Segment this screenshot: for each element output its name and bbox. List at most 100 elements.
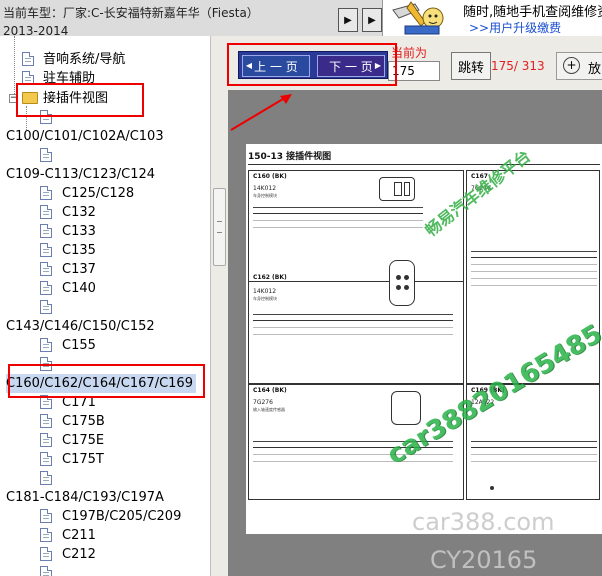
document-icon bbox=[40, 509, 52, 523]
upgrade-link[interactable]: >>用户升级缴费 bbox=[469, 19, 561, 36]
tree-item-label: C143/C146/C150/C152 bbox=[6, 319, 155, 334]
tree-item-c175b[interactable]: C175B bbox=[0, 412, 210, 431]
tree-scrollbar[interactable] bbox=[210, 36, 228, 576]
connector-id: C162 (BK) bbox=[253, 274, 287, 281]
tree-item-doc[interactable] bbox=[0, 146, 210, 165]
pin-table bbox=[253, 441, 453, 462]
tree-item-audio-nav[interactable]: 音响系统/导航 bbox=[0, 50, 210, 69]
tree-item-c175e[interactable]: C175E bbox=[0, 431, 210, 450]
document-icon bbox=[40, 205, 52, 219]
document-icon bbox=[40, 471, 52, 485]
scroll-thumb[interactable] bbox=[213, 188, 226, 266]
tree-item-c155[interactable]: C155 bbox=[0, 336, 210, 355]
ad-headline: 随时,随地手机查阅维修资料 bbox=[463, 5, 602, 20]
document-icon bbox=[40, 243, 52, 257]
document-icon bbox=[40, 262, 52, 276]
pin-table bbox=[471, 251, 597, 286]
tree-item-c181-group[interactable]: C181-C184/C193/C197A bbox=[0, 488, 210, 507]
document-icon bbox=[40, 186, 52, 200]
tree-item-c140[interactable]: C140 bbox=[0, 279, 210, 298]
tree-item-label: C109-C113/C123/C124 bbox=[6, 167, 156, 182]
document-icon bbox=[40, 414, 52, 428]
zoom-in-icon: + bbox=[563, 57, 580, 74]
tree-item-label: C155 bbox=[62, 338, 96, 353]
annotation-box-nav bbox=[227, 43, 397, 86]
connector-c169: C169 (BK) 12A522 bbox=[466, 384, 600, 500]
tree-item-label: C197B/C205/C209 bbox=[62, 509, 182, 524]
mechanic-icon bbox=[392, 1, 444, 35]
tree-item-c133[interactable]: C133 bbox=[0, 222, 210, 241]
pin-table bbox=[253, 314, 453, 335]
document-icon bbox=[40, 566, 52, 576]
document-icon bbox=[40, 224, 52, 238]
app-window: 当前车型：厂家:C-长安福特新嘉年华（Fiesta） 2013-2014 ▶ ▶… bbox=[0, 0, 602, 576]
connector-part: 14K012 bbox=[253, 288, 277, 295]
tree-item-label: C133 bbox=[62, 224, 96, 239]
connector-tree[interactable]: 音响系统/导航 驻车辅助 − 接插件视图 C100/C101/C102A/C10… bbox=[0, 36, 210, 576]
connector-c162: C162 (BK) 14K012 车身控制模块 bbox=[248, 254, 464, 384]
annotation-box-folder bbox=[16, 83, 144, 117]
connector-desc: 车身控制模块 bbox=[253, 296, 277, 301]
forward-button[interactable]: ▶ bbox=[338, 8, 358, 32]
connector-c164: C164 (BK) 7G276 输入轴速度传感器 bbox=[248, 384, 464, 500]
tree-item-label: C137 bbox=[62, 262, 96, 277]
document-icon bbox=[40, 338, 52, 352]
tree-item-c211[interactable]: C211 bbox=[0, 526, 210, 545]
tree-item-doc[interactable] bbox=[0, 564, 210, 576]
document-icon bbox=[40, 528, 52, 542]
play-icon: ▶ bbox=[344, 14, 352, 26]
tree-item-label: C135 bbox=[62, 243, 96, 258]
tree-item-c143-group[interactable]: C143/C146/C150/C152 bbox=[0, 317, 210, 336]
tree-item-c137[interactable]: C137 bbox=[0, 260, 210, 279]
connector-part: 14K012 bbox=[253, 185, 277, 192]
document-icon bbox=[40, 547, 52, 561]
tree-item-label: C175T bbox=[62, 452, 104, 467]
play-icon: ▶ bbox=[368, 14, 376, 26]
tree-item-doc[interactable] bbox=[0, 469, 210, 488]
connector-diagram bbox=[389, 260, 415, 306]
current-car-title: 当前车型：厂家:C-长安福特新嘉年华（Fiesta） bbox=[3, 6, 259, 20]
tree-item-c175t[interactable]: C175T bbox=[0, 450, 210, 469]
tree-item-c109-group[interactable]: C109-C113/C123/C124 bbox=[0, 165, 210, 184]
tree-item-label: C181-C184/C193/C197A bbox=[6, 490, 164, 505]
tree-item-label: C100/C101/C102A/C103 bbox=[6, 129, 164, 144]
tree-item-label: C212 bbox=[62, 547, 96, 562]
grip-icon bbox=[217, 221, 222, 233]
document-icon bbox=[40, 148, 52, 162]
ad-banner[interactable]: 随时,随地手机查阅维修资料 >>用户升级缴费 bbox=[382, 0, 602, 36]
connector-id: C167 bbox=[471, 173, 488, 180]
tree-item-c197b[interactable]: C197B/C205/C209 bbox=[0, 507, 210, 526]
page-count: 175/ 313 bbox=[491, 59, 545, 73]
zoom-label: 放 bbox=[588, 62, 602, 77]
tree-item-c132[interactable]: C132 bbox=[0, 203, 210, 222]
page-heading: 150-13 接插件视图 bbox=[248, 152, 332, 162]
connector-c167: C167 7G276 bbox=[466, 170, 600, 384]
document-icon bbox=[40, 452, 52, 466]
tree-item-label: C175B bbox=[62, 414, 105, 429]
tree-item-label: C132 bbox=[62, 205, 96, 220]
connector-desc: 车身控制模块 bbox=[253, 193, 277, 198]
document-icon bbox=[22, 52, 34, 66]
document-icon bbox=[40, 433, 52, 447]
tree-item-c212[interactable]: C212 bbox=[0, 545, 210, 564]
document-page: 150-13 接插件视图 C160 (BK) 14K012 车身控制模块 C16… bbox=[246, 144, 602, 534]
connector-part: 12A522 bbox=[471, 399, 495, 406]
tree-item-c135[interactable]: C135 bbox=[0, 241, 210, 260]
connector-diagram bbox=[379, 177, 415, 201]
pin-table bbox=[253, 207, 423, 228]
document-icon bbox=[40, 281, 52, 295]
connector-desc: 输入轴速度传感器 bbox=[253, 407, 285, 412]
tree-item-c100-group[interactable]: C100/C101/C102A/C103 bbox=[0, 127, 210, 146]
tree-item-label: 音响系统/导航 bbox=[43, 52, 126, 67]
tree-item-c125[interactable]: C125/C128 bbox=[0, 184, 210, 203]
tree-item-label: C175E bbox=[62, 433, 105, 448]
tree-item-doc[interactable] bbox=[0, 298, 210, 317]
forward-end-button[interactable]: ▶ bbox=[362, 8, 382, 32]
connector-part: 7G276 bbox=[471, 185, 491, 192]
jump-button[interactable]: 跳转 bbox=[451, 52, 491, 80]
annotation-box-selected bbox=[8, 364, 205, 398]
connector-id: C169 (BK) bbox=[471, 387, 505, 394]
connector-part: 7G276 bbox=[253, 399, 273, 406]
connector-id: C160 (BK) bbox=[253, 173, 287, 180]
zoom-in-button[interactable]: + 放 bbox=[556, 52, 602, 80]
